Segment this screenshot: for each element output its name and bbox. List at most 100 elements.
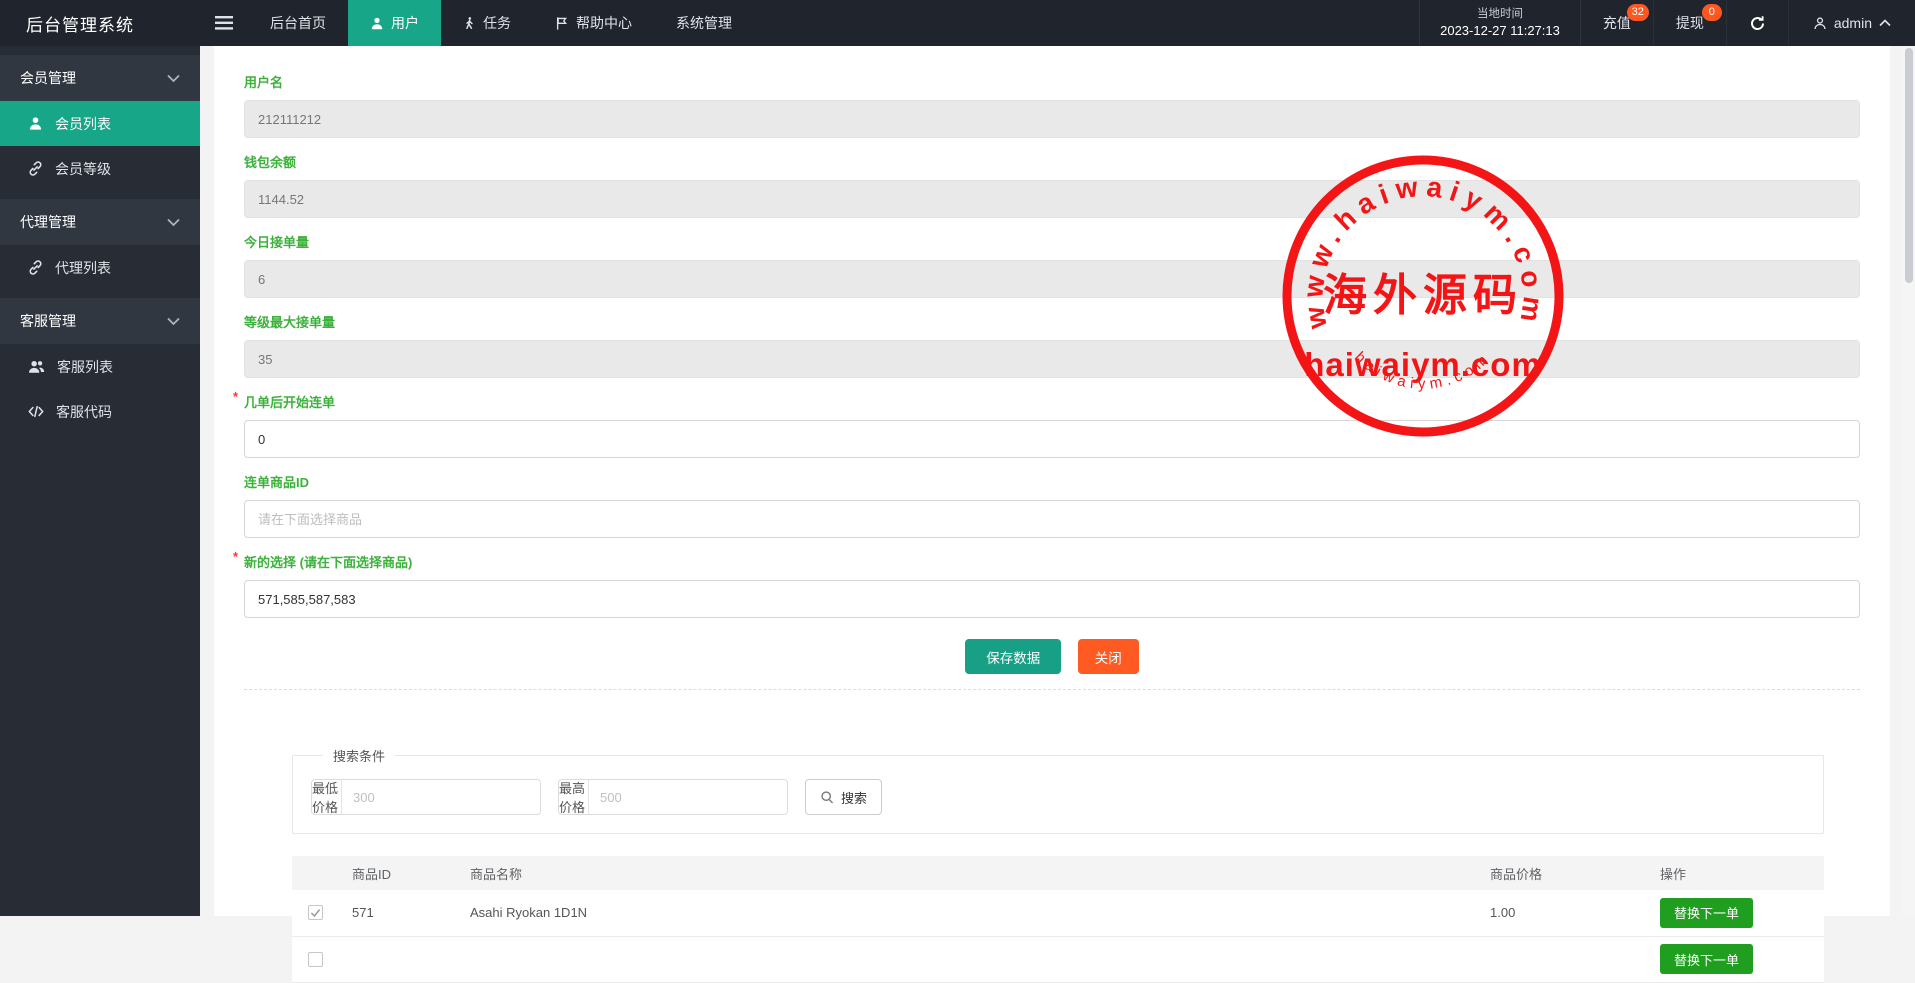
hamburger-icon	[215, 16, 233, 30]
vertical-scrollbar	[1903, 46, 1915, 916]
table-row: 替换下一单	[292, 936, 1824, 982]
nav-item-dashboard[interactable]: 后台首页	[248, 0, 348, 46]
chevron-down-icon	[167, 218, 180, 227]
row-checkbox-checked[interactable]	[308, 905, 323, 920]
field-label: 用户名	[244, 72, 1860, 91]
search-button[interactable]: 搜索	[805, 779, 882, 815]
refresh-button[interactable]	[1727, 0, 1789, 46]
save-button[interactable]: 保存数据	[965, 639, 1061, 674]
field-label: 连单商品ID	[244, 472, 1860, 491]
field-today-orders: 今日接单量	[244, 232, 1860, 298]
user-icon	[28, 116, 43, 131]
sidebar-group-agent-management[interactable]: 代理管理	[0, 199, 200, 245]
search-panel: 搜索条件 最低价格 最高价格 搜索	[292, 746, 1824, 834]
orders-before-combo-field[interactable]	[244, 420, 1860, 458]
scrollbar-thumb[interactable]	[1905, 48, 1913, 283]
required-asterisk: *	[233, 389, 238, 404]
local-time: 当地时间 2023-12-27 11:27:13	[1419, 0, 1581, 46]
cell-product-price	[1476, 936, 1646, 982]
link-icon	[28, 260, 43, 275]
col-product-name: 商品名称	[456, 856, 1476, 890]
chevron-down-icon	[167, 74, 180, 83]
users-icon	[28, 359, 45, 374]
level-max-orders-field[interactable]	[244, 340, 1860, 378]
main-menu: 后台首页 用户 任务 帮助中心 系统管理	[248, 0, 754, 46]
sidebar-toggle-button[interactable]	[200, 0, 248, 46]
min-price-label: 最低价格	[312, 780, 342, 814]
link-icon	[28, 161, 43, 176]
section-divider	[244, 689, 1860, 690]
field-orders-before-combo: *几单后开始连单	[244, 392, 1860, 458]
col-product-id: 商品ID	[338, 856, 456, 890]
field-combo-product-id: 连单商品ID	[244, 472, 1860, 538]
chevron-down-icon	[167, 317, 180, 326]
app-title: 后台管理系统	[0, 0, 200, 46]
nav-item-system[interactable]: 系统管理	[654, 0, 754, 46]
field-label: 钱包余额	[244, 152, 1860, 171]
walking-icon	[463, 15, 476, 31]
top-navbar: 后台管理系统 后台首页 用户 任务 帮助中心 系统管理 当地时间 2023-12…	[0, 0, 1915, 46]
col-actions: 操作	[1646, 856, 1824, 890]
field-label: 等级最大接单量	[244, 312, 1860, 331]
wallet-balance-field[interactable]	[244, 180, 1860, 218]
check-icon	[310, 908, 321, 918]
field-new-selection: *新的选择 (请在下面选择商品)	[244, 552, 1860, 618]
user-icon	[370, 16, 384, 31]
sidebar: 会员管理 会员列表 会员等级 代理管理 代理列表 客服管理 客服列表 客服代码	[0, 46, 200, 916]
cell-product-id: 571	[338, 890, 456, 936]
cell-product-id	[338, 936, 456, 982]
refresh-icon	[1749, 15, 1766, 32]
field-label: 几单后开始连单	[244, 395, 335, 410]
max-price-input[interactable]	[589, 780, 787, 814]
required-asterisk: *	[233, 549, 238, 564]
sidebar-item-service-code[interactable]: 客服代码	[0, 389, 200, 434]
code-icon	[28, 405, 44, 418]
cell-product-price: 1.00	[1476, 890, 1646, 936]
row-checkbox[interactable]	[308, 952, 323, 967]
max-price-label: 最高价格	[559, 780, 589, 814]
max-price-group: 最高价格	[558, 779, 788, 815]
main-content: 用户名 钱包余额 今日接单量 等级最大接单量 *几单后开始连单 连单商品ID *…	[200, 46, 1915, 916]
chevron-up-icon	[1879, 19, 1891, 27]
cell-product-name	[456, 936, 1476, 982]
min-price-group: 最低价格	[311, 779, 541, 815]
sidebar-group-service-management[interactable]: 客服管理	[0, 298, 200, 344]
sidebar-group-member-management[interactable]: 会员管理	[0, 55, 200, 101]
field-wallet-balance: 钱包余额	[244, 152, 1860, 218]
field-label: 今日接单量	[244, 232, 1860, 251]
sidebar-item-service-list[interactable]: 客服列表	[0, 344, 200, 389]
table-row: 571 Asahi Ryokan 1D1N 1.00 替换下一单	[292, 890, 1824, 936]
cell-product-name: Asahi Ryokan 1D1N	[456, 890, 1476, 936]
nav-item-users[interactable]: 用户	[348, 0, 441, 46]
product-table: 商品ID 商品名称 商品价格 操作 571 Asahi Ryokan 1D1N …	[292, 856, 1824, 983]
recharge-button[interactable]: 充值 32	[1581, 0, 1654, 46]
search-icon	[820, 790, 835, 805]
local-time-label: 当地时间	[1477, 7, 1523, 22]
username-field[interactable]	[244, 100, 1860, 138]
user-icon	[1813, 16, 1827, 31]
min-price-input[interactable]	[342, 780, 540, 814]
field-level-max-orders: 等级最大接单量	[244, 312, 1860, 378]
withdraw-badge: 0	[1702, 4, 1722, 21]
nav-item-tasks[interactable]: 任务	[441, 0, 533, 46]
admin-menu[interactable]: admin	[1789, 0, 1915, 46]
new-selection-field[interactable]	[244, 580, 1860, 618]
withdraw-button[interactable]: 提现 0	[1654, 0, 1727, 46]
table-header-row: 商品ID 商品名称 商品价格 操作	[292, 856, 1824, 890]
nav-item-help-center[interactable]: 帮助中心	[533, 0, 654, 46]
sidebar-item-agent-list[interactable]: 代理列表	[0, 245, 200, 290]
field-label: 新的选择 (请在下面选择商品)	[244, 555, 412, 570]
flag-icon	[555, 16, 569, 31]
sidebar-item-member-list[interactable]: 会员列表	[0, 101, 200, 146]
sidebar-item-member-level[interactable]: 会员等级	[0, 146, 200, 191]
col-product-price: 商品价格	[1476, 856, 1646, 890]
search-panel-title: 搜索条件	[323, 746, 395, 765]
replace-next-order-button[interactable]: 替换下一单	[1660, 898, 1753, 928]
close-button[interactable]: 关闭	[1078, 639, 1139, 674]
combo-product-id-field[interactable]	[244, 500, 1860, 538]
today-orders-field[interactable]	[244, 260, 1860, 298]
field-username: 用户名	[244, 72, 1860, 138]
edit-form-panel: 用户名 钱包余额 今日接单量 等级最大接单量 *几单后开始连单 连单商品ID *…	[214, 46, 1890, 916]
replace-next-order-button[interactable]: 替换下一单	[1660, 944, 1753, 974]
admin-username: admin	[1834, 15, 1872, 31]
